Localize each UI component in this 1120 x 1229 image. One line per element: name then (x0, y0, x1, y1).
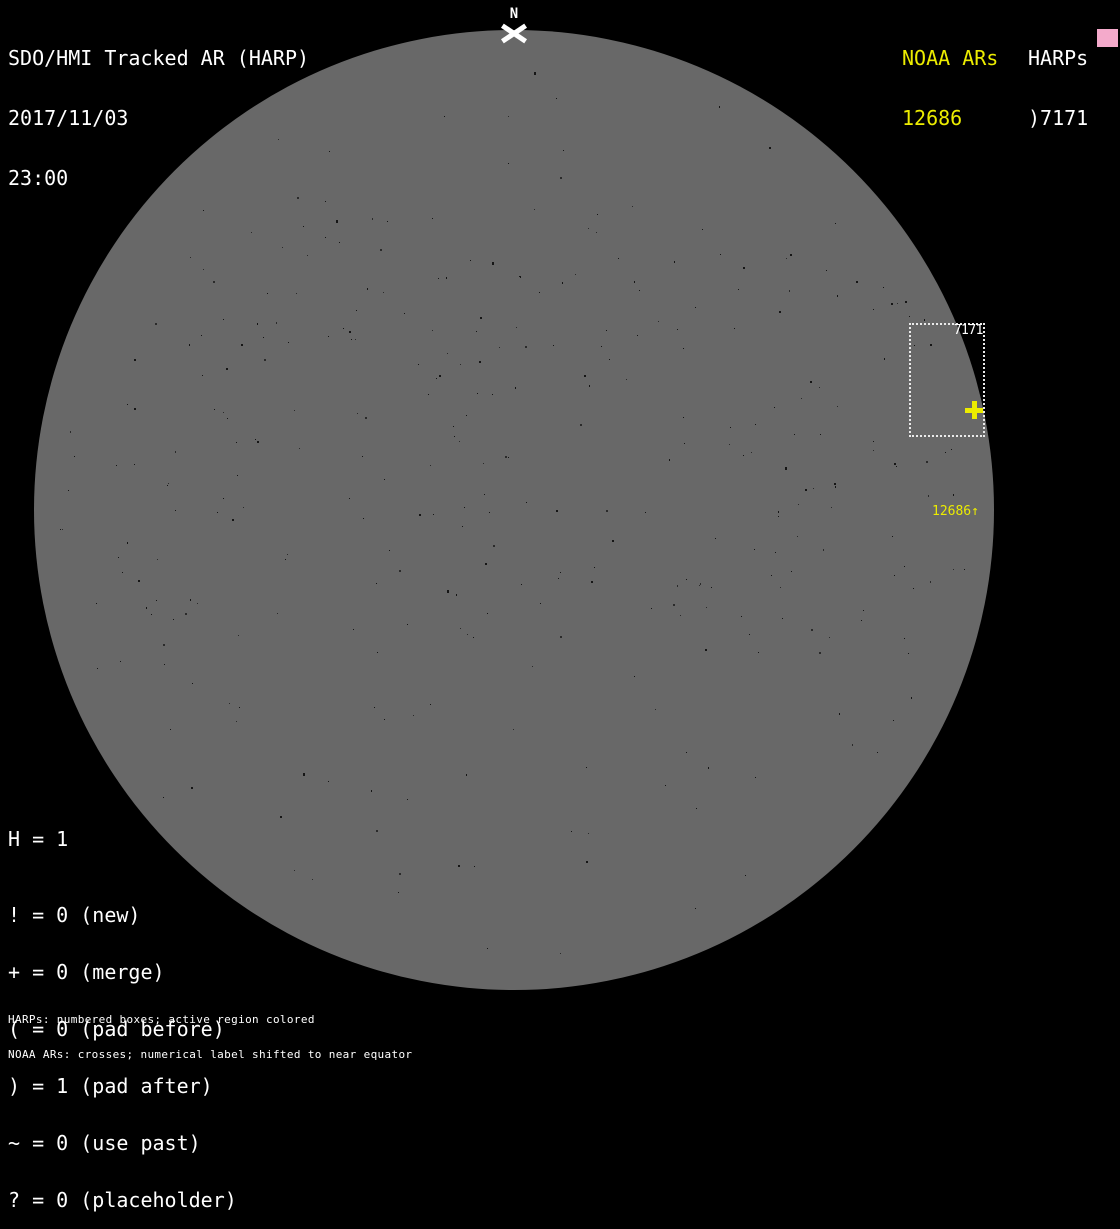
cross-bar (965, 408, 983, 413)
harp-color-swatch (1097, 29, 1118, 47)
page-title: SDO/HMI Tracked AR (HARP) (8, 46, 310, 70)
footnote-noaa: NOAA ARs: crosses; numerical label shift… (8, 1047, 413, 1061)
north-x-marker-icon (500, 23, 528, 44)
legend-line-new: ! = 0 (new) (8, 903, 141, 927)
legend-line-use-past: ~ = 0 (use past) (8, 1131, 201, 1155)
noaa-ar-number-label: 12686↑ (932, 504, 979, 519)
legend-line-placeholder: ? = 0 (placeholder) (8, 1188, 237, 1212)
noaa-ars-label: NOAA ARs (902, 46, 999, 70)
harps-label: HARPs (1028, 46, 1089, 70)
legend-line-pad-after: ) = 1 (pad after) (8, 1074, 213, 1098)
north-label: N (509, 6, 519, 22)
harps-header: HARPs )7171 (1028, 8, 1088, 148)
harp-box-number: 7171 (953, 323, 984, 338)
noaa-ar-cross-icon (965, 401, 983, 419)
footnotes: HARPs: numbered boxes; active region col… (8, 991, 412, 1072)
time-label: 23:00 (8, 166, 69, 190)
date-label: 2017/11/03 (8, 106, 129, 130)
noaa-ars-header: NOAA ARs 12686 (902, 8, 998, 148)
harps-value: )7171 (1028, 106, 1089, 130)
title-block: SDO/HMI Tracked AR (HARP) 2017/11/03 23:… (8, 8, 309, 208)
harp-box-7171: 7171 (909, 323, 985, 437)
noaa-ars-value: 12686 (902, 106, 963, 130)
legend-line-merge: + = 0 (merge) (8, 960, 165, 984)
harp-count-line: H = 1 (8, 827, 69, 851)
